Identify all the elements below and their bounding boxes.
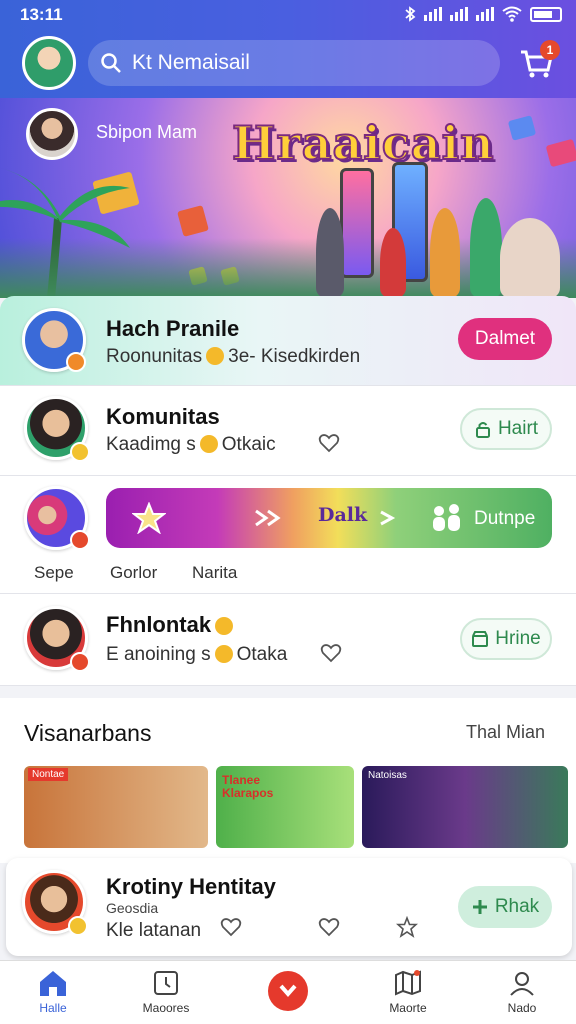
emoji-icon: [215, 617, 234, 635]
signal-2-icon: [450, 7, 468, 21]
join-button[interactable]: Hrine: [460, 618, 552, 660]
profile-avatar[interactable]: [22, 36, 76, 90]
wifi-icon: [502, 6, 522, 22]
lock-icon: [475, 422, 490, 438]
status-time: 13:11: [20, 5, 63, 24]
cart-badge: 1: [540, 40, 560, 60]
chevron-down-icon: [279, 984, 297, 998]
see-all-link[interactable]: Thal Mian: [466, 722, 545, 743]
banner-user-avatar[interactable]: [26, 108, 78, 160]
user-icon: [510, 972, 534, 996]
emoji-icon: [214, 645, 233, 663]
calculator-icon: [177, 205, 209, 237]
item-title: Hach Pranile: [106, 316, 240, 341]
person-figure-3: [430, 208, 460, 298]
item-subtitle: E anoining s Otaka: [106, 644, 288, 665]
list-item[interactable]: Fhnlontak E anoining s Otaka Hrine: [0, 594, 576, 686]
search-input[interactable]: Kt Nemaisail: [132, 51, 250, 75]
calendar-icon: [154, 971, 178, 995]
status-badge: [70, 530, 90, 550]
star-outline-icon[interactable]: [396, 916, 418, 938]
bluetooth-icon: [405, 6, 416, 22]
people-icon: [433, 504, 460, 531]
ticket-icon: [545, 138, 576, 168]
video-thumbnail[interactable]: Tlanee Klarapos: [216, 766, 354, 848]
search-icon: [101, 53, 121, 73]
item-title: Fhnlontak: [106, 612, 237, 638]
nav-item-profile[interactable]: Nado: [482, 969, 562, 1015]
status-badge: [70, 652, 90, 672]
card-icon: [507, 115, 537, 141]
battery-icon: [530, 6, 562, 22]
tab-label[interactable]: Narita: [192, 563, 237, 583]
nav-item-moments[interactable]: Maoores: [126, 969, 206, 1015]
right-label: Dutnpe: [474, 508, 536, 529]
video-thumbnail[interactable]: Nontae: [24, 766, 208, 848]
status-badge: [66, 352, 86, 372]
action-button[interactable]: Rhak: [458, 886, 552, 928]
item-title: Krotiny Hentitay: [106, 874, 276, 899]
item-subtitle: Roonunitas 3e- Kisedkirden: [106, 346, 361, 367]
promo-banner[interactable]: Sbipon Mam Hraaicain: [0, 98, 576, 298]
video-thumbnail[interactable]: Natoisas: [362, 766, 568, 848]
status-badge: [68, 916, 88, 936]
emoji-icon: [199, 435, 218, 453]
thumb-tag: Nontae: [28, 768, 69, 781]
item-title: Komunitas: [106, 404, 220, 429]
thumb-tag: Tlanee Klarapos: [222, 773, 274, 800]
center-label: Dalk: [318, 504, 368, 526]
nav-item-maps[interactable]: Maorte: [368, 969, 448, 1015]
item-subtitle: Kle latanan: [106, 920, 202, 941]
double-arrow-icon: [255, 509, 281, 527]
action-button[interactable]: Dalmet: [458, 318, 552, 360]
thumb-tag: Natoisas: [368, 770, 407, 781]
status-badge: [70, 442, 90, 462]
nav-item-home[interactable]: Halle: [13, 969, 93, 1015]
home-icon: [40, 971, 66, 996]
app-header: 13:11 Kt Nemaisail 1: [0, 0, 576, 100]
item-subtitle: Kaadimg s Otkaic: [106, 434, 276, 455]
status-icons: [404, 6, 562, 22]
center-action-button[interactable]: [268, 971, 308, 1011]
star-icon: [132, 502, 166, 534]
status-bar: 13:11: [0, 0, 576, 30]
person-figure-2: [380, 228, 406, 298]
person-figure-4: [470, 198, 502, 298]
person-figure: [316, 208, 344, 298]
search-bar[interactable]: Kt Nemaisail: [88, 40, 500, 86]
store-icon: [472, 631, 489, 647]
bottom-nav: Halle Maoores Maorte Nado: [0, 960, 576, 1024]
person-figure-5: [500, 218, 560, 298]
item-meta: Geosdia: [106, 900, 159, 916]
emoji-icon: [206, 347, 225, 365]
phone-graphic: [340, 168, 374, 278]
content-section: Visanarbans Thal Mian Nontae Tlanee Klar…: [0, 698, 576, 863]
signal-icon: [424, 7, 442, 21]
list-item-bottom[interactable]: Krotiny Hentitay Geosdia Kle latanan Rha…: [6, 858, 572, 956]
plus-spark-icon: [472, 900, 487, 914]
banner-title: Hraaicain: [231, 115, 495, 171]
section-title: Visanarbans: [24, 720, 152, 746]
list-item-featured[interactable]: Hach Pranile Roonunitas 3e- Kisedkirden D…: [0, 296, 576, 386]
map-icon: [395, 970, 421, 996]
banner-user-name: Sbipon Mam: [96, 122, 198, 142]
tab-label[interactable]: Sepe: [34, 563, 74, 583]
heart-icon[interactable]: [318, 432, 340, 454]
heart-2-icon[interactable]: [318, 916, 340, 938]
rainbow-action-strip[interactable]: Dalk Dutnpe: [106, 488, 552, 548]
arrow-icon: [380, 510, 396, 526]
heart-icon[interactable]: [320, 642, 342, 664]
tab-label[interactable]: Gorlor: [110, 563, 157, 583]
list-item[interactable]: Komunitas Kaadimg s Otkaic Hairt: [0, 386, 576, 476]
heart-icon[interactable]: [220, 916, 242, 938]
signal-3-icon: [476, 7, 494, 21]
join-button[interactable]: Hairt: [460, 408, 552, 450]
